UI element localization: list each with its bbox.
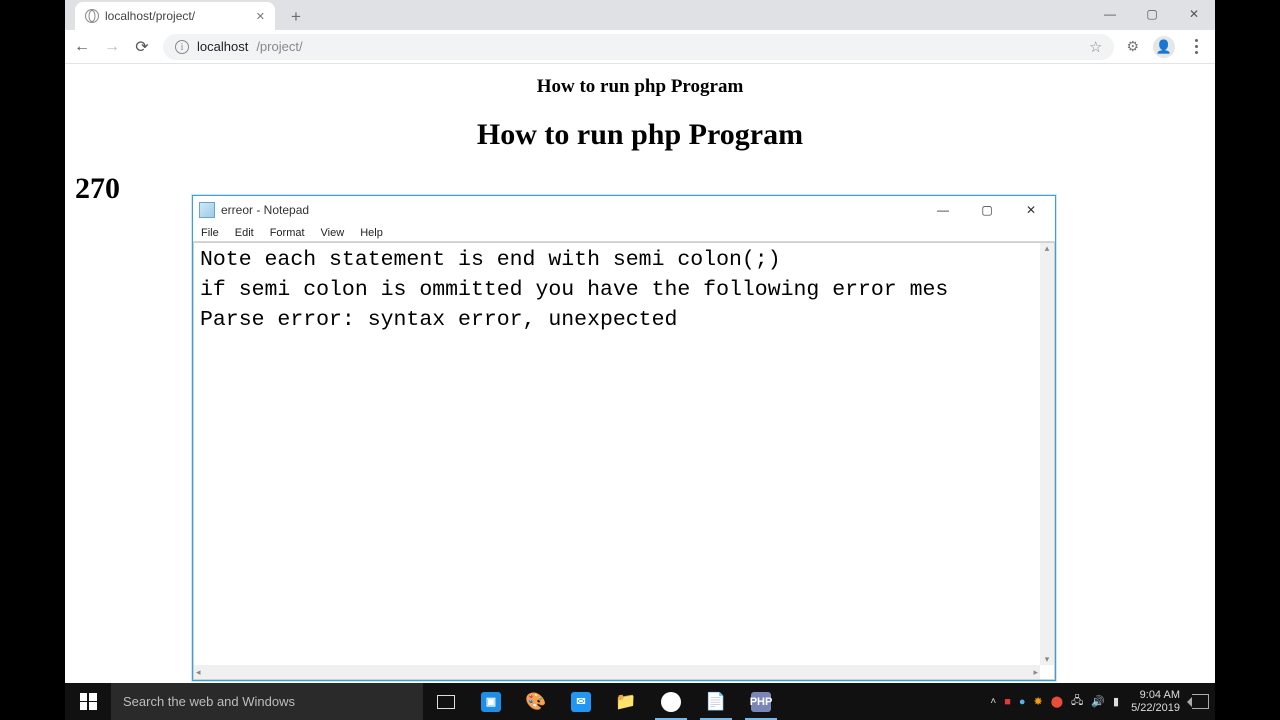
notepad-text-area[interactable]: Note each statement is end with semi col…: [193, 242, 1055, 680]
profile-avatar-icon[interactable]: 👤: [1153, 36, 1175, 58]
clock-date: 5/22/2019: [1131, 702, 1180, 715]
notepad-app-icon: [199, 202, 215, 218]
new-tab-button[interactable]: +: [283, 4, 309, 30]
notepad-title-text: erreor - Notepad: [221, 203, 309, 217]
taskbar-app-explorer[interactable]: 📁: [604, 683, 648, 720]
menu-help[interactable]: Help: [360, 227, 383, 239]
taskbar-app-php[interactable]: PHP: [739, 683, 783, 720]
windows-logo-icon: [80, 693, 97, 710]
tray-volume-icon[interactable]: 🔊: [1091, 695, 1105, 708]
menu-format[interactable]: Format: [270, 227, 305, 239]
task-view-button[interactable]: [424, 683, 468, 720]
taskbar-app-mail[interactable]: ✉: [559, 683, 603, 720]
notepad-maximize-button[interactable]: ▢: [965, 198, 1009, 222]
minimize-button[interactable]: —: [1089, 0, 1131, 28]
notepad-titlebar[interactable]: erreor - Notepad — ▢ ✕: [193, 196, 1055, 224]
tray-icon[interactable]: ✸: [1034, 695, 1043, 708]
notepad-window: erreor - Notepad — ▢ ✕ File Edit Format …: [192, 195, 1056, 681]
taskbar-clock[interactable]: 9:04 AM 5/22/2019: [1127, 689, 1184, 715]
notepad-menubar: File Edit Format View Help: [193, 224, 1055, 242]
nav-back-button[interactable]: ←: [73, 38, 91, 56]
chrome-menu-button[interactable]: [1189, 39, 1203, 54]
system-tray: ˄ ■ ● ✸ ⬤ 🖧 🔊 ▮ 9:04 AM 5/22/2019: [984, 683, 1215, 720]
taskbar-app-camera[interactable]: ▣: [469, 683, 513, 720]
page-title-large: How to run php Program: [65, 106, 1215, 164]
start-button[interactable]: [65, 683, 111, 720]
taskbar-app-notepad[interactable]: 📄: [694, 683, 738, 720]
chrome-toolbar: ← → ⟳ i localhost/project/ ☆ ⚙ 👤: [65, 30, 1215, 64]
tab-title: localhost/project/: [105, 9, 195, 23]
notepad-horizontal-scrollbar[interactable]: ◂▸: [194, 665, 1040, 679]
menu-view[interactable]: View: [321, 227, 345, 239]
globe-icon: [85, 9, 99, 23]
taskbar-search-placeholder: Search the web and Windows: [123, 694, 295, 709]
taskbar: Search the web and Windows ▣ 🎨 ✉ 📁 ◉ 📄 P…: [65, 683, 1215, 720]
page-title-small: How to run php Program: [65, 64, 1215, 106]
taskbar-app-chrome[interactable]: ◉: [649, 683, 693, 720]
site-info-icon[interactable]: i: [175, 40, 189, 54]
text-line: Note each statement is end with semi col…: [200, 245, 1048, 275]
taskbar-app-paint[interactable]: 🎨: [514, 683, 558, 720]
address-bar[interactable]: i localhost/project/ ☆: [163, 34, 1114, 60]
nav-forward-button[interactable]: →: [103, 38, 121, 56]
action-center-icon[interactable]: [1192, 694, 1209, 709]
nav-reload-button[interactable]: ⟳: [133, 38, 151, 56]
text-line: if semi colon is ommitted you have the f…: [200, 275, 1048, 305]
tray-overflow-icon[interactable]: ˄: [990, 696, 996, 707]
tray-icon[interactable]: ⬤: [1051, 695, 1063, 708]
page-content: How to run php Program How to run php Pr…: [65, 64, 1215, 214]
tray-battery-icon[interactable]: ▮: [1113, 695, 1119, 708]
maximize-button[interactable]: ▢: [1131, 0, 1173, 28]
url-host: localhost: [197, 39, 248, 54]
tray-icon[interactable]: ●: [1019, 696, 1026, 708]
menu-file[interactable]: File: [201, 227, 219, 239]
taskbar-search-input[interactable]: Search the web and Windows: [111, 683, 423, 720]
tray-network-icon[interactable]: 🖧: [1071, 692, 1083, 711]
clock-time: 9:04 AM: [1131, 689, 1180, 702]
tab-close-icon[interactable]: ✕: [256, 10, 265, 23]
notepad-close-button[interactable]: ✕: [1009, 198, 1053, 222]
notepad-minimize-button[interactable]: —: [921, 198, 965, 222]
close-button[interactable]: ✕: [1173, 0, 1215, 28]
notepad-vertical-scrollbar[interactable]: [1040, 243, 1054, 665]
browser-tab[interactable]: localhost/project/ ✕: [75, 2, 275, 30]
extension-icon[interactable]: ⚙: [1126, 38, 1139, 55]
menu-edit[interactable]: Edit: [235, 227, 254, 239]
text-line: Parse error: syntax error, unexpected: [200, 305, 1048, 335]
bookmark-star-icon[interactable]: ☆: [1089, 38, 1102, 56]
tray-icon[interactable]: ■: [1004, 696, 1011, 708]
url-path: /project/: [256, 39, 302, 54]
chrome-tab-strip: localhost/project/ ✕ + — ▢ ✕: [65, 0, 1215, 30]
